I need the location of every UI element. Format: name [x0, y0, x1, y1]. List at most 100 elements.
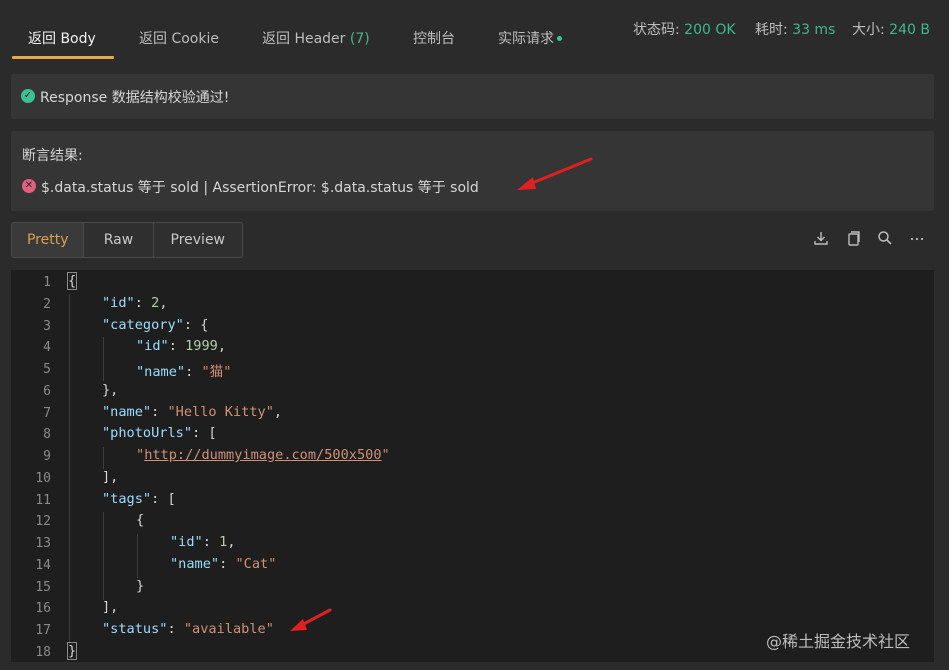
close-brace: }	[66, 642, 78, 660]
json-key: "name"	[102, 404, 152, 420]
line-number: 11	[35, 493, 51, 508]
indent-guide	[103, 512, 104, 600]
check-circle-icon: ✓	[21, 89, 35, 103]
code-line-2: "id": 2,	[102, 295, 168, 311]
status-code-label: 状态码:	[633, 22, 685, 38]
json-key: "name"	[136, 364, 186, 380]
code-line-16: ],	[102, 599, 119, 615]
json-number: 1	[219, 534, 228, 550]
response-tabs: 返回 Body 返回 Cookie 返回 Header (7) 控制台 实际请求…	[0, 0, 949, 62]
watermark: @稀土掘金技术社区	[766, 632, 911, 651]
code-line-17: "status": "available"	[102, 621, 274, 637]
json-string: "Cat"	[235, 556, 277, 572]
code-line-3: "category": {	[102, 317, 209, 333]
status-code-value: 200 OK	[684, 22, 736, 38]
status-dot-icon	[557, 36, 562, 41]
code-line-13: "id": 1,	[170, 534, 236, 550]
tab-actual-request-label: 实际请求	[498, 31, 554, 47]
code-line-12: {	[136, 512, 145, 528]
validation-message: Response 数据结构校验通过!	[40, 90, 230, 106]
line-number: 5	[43, 362, 51, 377]
json-key: "name"	[170, 556, 220, 572]
response-time: 耗时: 33 ms	[755, 19, 835, 39]
json-key: "id"	[102, 295, 135, 311]
line-number: 16	[35, 601, 51, 616]
line-number: 18	[35, 645, 51, 660]
indent-guide	[103, 447, 104, 469]
view-mode-selector: Pretty Raw Preview	[11, 222, 243, 258]
json-url-link[interactable]: http://dummyimage.com/500x500	[144, 447, 381, 463]
error-circle-icon: ✕	[22, 179, 36, 193]
tab-cookie[interactable]: 返回 Cookie	[139, 28, 219, 48]
json-key: "tags"	[102, 491, 152, 507]
line-number: 17	[35, 623, 51, 638]
response-size-label: 大小:	[852, 22, 890, 38]
json-string: "available"	[183, 621, 274, 637]
json-string: "猫"	[201, 364, 232, 380]
code-line-1: {	[66, 272, 78, 290]
json-key: "photoUrls"	[102, 425, 193, 441]
code-line-15: }	[136, 578, 145, 594]
code-line-11: "tags": [	[102, 491, 176, 507]
json-string: "Hello Kitty"	[167, 404, 274, 420]
json-number: 1999	[185, 338, 218, 354]
response-size-value: 240 B	[889, 22, 930, 38]
code-line-7: "name": "Hello Kitty",	[102, 404, 283, 420]
tab-actual-request[interactable]: 实际请求	[498, 28, 562, 48]
indent-guide	[137, 534, 138, 578]
view-raw-button[interactable]: Raw	[84, 223, 154, 257]
code-line-5: "name": "猫"	[136, 364, 232, 380]
json-quote: "	[381, 447, 390, 463]
json-key: "category"	[102, 317, 184, 333]
code-line-9: "http://dummyimage.com/500x500"	[136, 447, 390, 463]
response-size: 大小: 240 B	[852, 19, 930, 39]
red-arrow-annotation	[517, 157, 593, 190]
line-number: 15	[35, 580, 51, 595]
view-pretty-button[interactable]: Pretty	[12, 223, 85, 257]
line-number: 13	[35, 536, 51, 551]
line-number: 7	[43, 406, 51, 421]
red-arrow-annotation-status	[290, 608, 332, 631]
assertion-panel: 断言结果: ✕ $.data.status 等于 sold | Assertio…	[11, 131, 934, 211]
tab-console[interactable]: 控制台	[413, 28, 455, 48]
line-number: 10	[35, 471, 51, 486]
line-number: 2	[43, 297, 51, 312]
view-preview-button[interactable]: Preview	[154, 223, 242, 257]
json-key: "status"	[102, 621, 168, 637]
copy-icon[interactable]	[844, 229, 862, 247]
line-number: 8	[43, 427, 51, 442]
more-icon[interactable]	[908, 229, 926, 247]
assertion-title: 断言结果:	[22, 148, 83, 164]
assertion-error-message: $.data.status 等于 sold | AssertionError: …	[41, 180, 479, 196]
code-line-18: }	[66, 642, 78, 660]
line-number: 3	[43, 319, 51, 334]
tab-header[interactable]: 返回 Header (7)	[262, 28, 370, 48]
response-time-label: 耗时:	[755, 22, 793, 38]
search-icon[interactable]	[876, 229, 894, 247]
response-body-editor[interactable]: 1 2 3 4 5 6 7 8 9 10 11 12 13 14 15 16 1…	[11, 270, 934, 662]
header-count-badge: (7)	[349, 31, 370, 47]
code-line-14: "name": "Cat"	[170, 556, 277, 572]
code-line-4: "id": 1999,	[136, 338, 227, 354]
tab-body[interactable]: 返回 Body	[28, 28, 96, 48]
status-code: 状态码: 200 OK	[633, 19, 736, 39]
line-number: 4	[43, 340, 51, 355]
download-icon[interactable]	[812, 229, 830, 247]
line-number: 14	[35, 558, 51, 573]
line-number: 9	[43, 449, 51, 464]
code-line-6: },	[102, 382, 119, 398]
json-number: 2	[151, 295, 160, 311]
response-time-value: 33 ms	[792, 22, 836, 38]
json-key: "id"	[170, 534, 203, 550]
json-key: "id"	[136, 338, 169, 354]
json-quote: "	[136, 447, 145, 463]
open-brace: {	[66, 272, 78, 290]
active-tab-indicator	[12, 56, 114, 59]
validation-panel: ✓ Response 数据结构校验通过!	[11, 74, 934, 119]
code-line-8: "photoUrls": [	[102, 425, 217, 441]
line-number: 6	[43, 384, 51, 399]
line-number: 12	[35, 514, 51, 529]
tab-header-label: 返回 Header	[262, 31, 350, 47]
indent-guide	[103, 337, 104, 381]
code-line-10: ],	[102, 469, 119, 485]
